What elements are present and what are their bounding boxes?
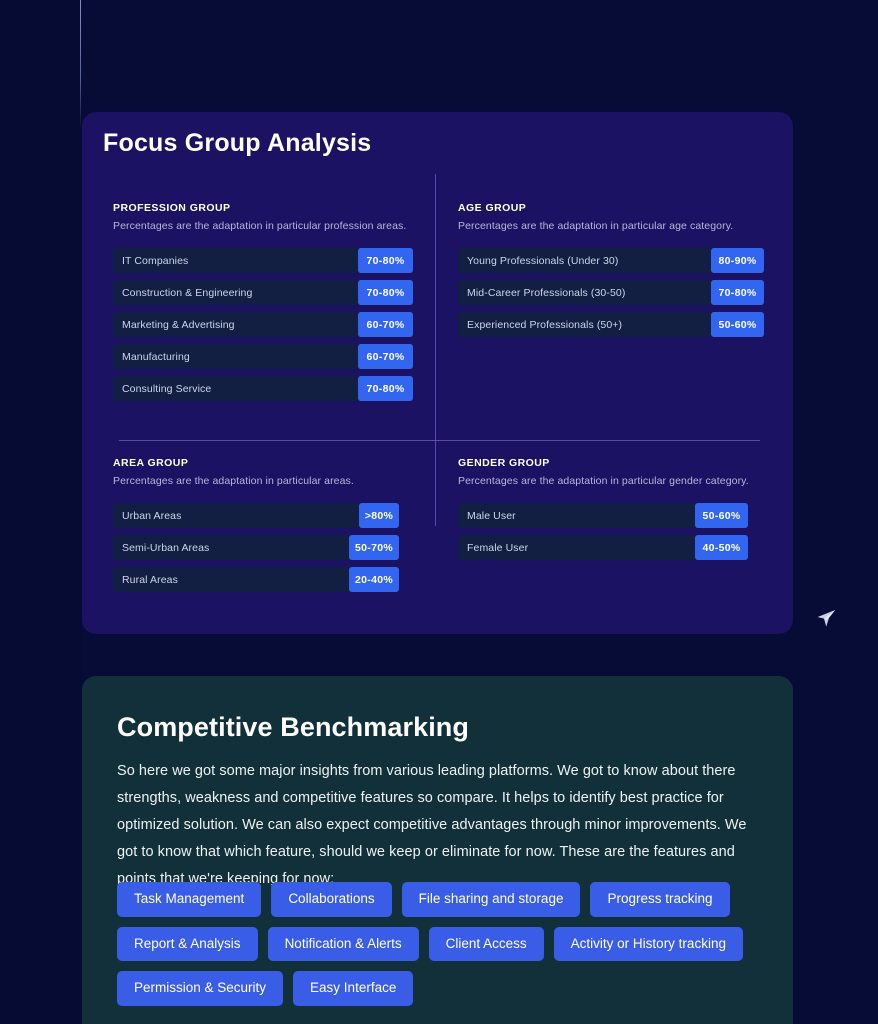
row-value-badge: 70-80% xyxy=(711,280,764,305)
group-row-list: Urban Areas >80% Semi-Urban Areas 50-70%… xyxy=(113,503,413,592)
table-row[interactable]: Rural Areas 20-40% xyxy=(113,567,399,592)
table-row[interactable]: Consulting Service 70-80% xyxy=(113,376,413,401)
group-subtitle: Percentages are the adaptation in partic… xyxy=(113,475,354,487)
feature-chip[interactable]: Client Access xyxy=(428,926,544,961)
table-row[interactable]: Construction & Engineering 70-80% xyxy=(113,280,413,305)
row-label: Female User xyxy=(467,541,529,554)
table-row[interactable]: Semi-Urban Areas 50-70% xyxy=(113,535,399,560)
row-value-badge: 60-70% xyxy=(358,312,413,337)
paper-plane-cursor-icon xyxy=(813,605,839,631)
row-value-badge: 50-60% xyxy=(711,312,764,337)
row-label: Consulting Service xyxy=(122,382,212,395)
table-row[interactable]: Experienced Professionals (50+) 50-60% xyxy=(458,312,764,337)
row-value-badge: 80-90% xyxy=(711,248,764,273)
feature-chip[interactable]: Report & Analysis xyxy=(117,926,258,961)
row-label: Urban Areas xyxy=(122,509,182,522)
feature-chip[interactable]: File sharing and storage xyxy=(401,882,581,917)
feature-chip[interactable]: Progress tracking xyxy=(590,882,730,917)
row-value-badge: 50-60% xyxy=(695,503,748,528)
table-row[interactable]: Young Professionals (Under 30) 80-90% xyxy=(458,248,764,273)
row-value-badge: 40-50% xyxy=(695,535,748,560)
row-value-badge: 50-70% xyxy=(349,535,399,560)
group-subtitle: Percentages are the adaptation in partic… xyxy=(458,220,734,232)
group-row-list: IT Companies 70-80% Construction & Engin… xyxy=(113,248,413,401)
row-value-badge: 70-80% xyxy=(358,280,413,305)
feature-chip[interactable]: Collaborations xyxy=(271,882,392,917)
benchmarking-title: Competitive Benchmarking xyxy=(117,712,469,742)
row-label: Mid-Career Professionals (30-50) xyxy=(467,286,626,299)
row-label: Rural Areas xyxy=(122,573,178,586)
table-row[interactable]: Female User 40-50% xyxy=(458,535,748,560)
focus-group-title: Focus Group Analysis xyxy=(103,129,372,157)
table-row[interactable]: Urban Areas >80% xyxy=(113,503,399,528)
benchmarking-paragraph: So here we got some major insights from … xyxy=(117,763,747,887)
group-row-list: Male User 50-60% Female User 40-50% xyxy=(458,503,764,560)
feature-chip[interactable]: Easy Interface xyxy=(293,971,414,1006)
row-label: Young Professionals (Under 30) xyxy=(467,254,619,267)
table-row[interactable]: Male User 50-60% xyxy=(458,503,748,528)
background-vertical-rule xyxy=(80,0,81,130)
feature-chip[interactable]: Permission & Security xyxy=(117,971,284,1006)
competitive-benchmarking-card: Competitive Benchmarking So here we got … xyxy=(82,676,793,1024)
row-label: Male User xyxy=(467,509,516,522)
row-value-badge: 70-80% xyxy=(358,376,413,401)
group-subtitle: Percentages are the adaptation in partic… xyxy=(458,475,749,487)
row-label: Construction & Engineering xyxy=(122,286,253,299)
feature-chip[interactable]: Activity or History tracking xyxy=(553,926,743,961)
table-row[interactable]: Manufacturing 60-70% xyxy=(113,344,413,369)
row-value-badge: 70-80% xyxy=(358,248,413,273)
row-value-badge: 60-70% xyxy=(358,344,413,369)
row-label: Experienced Professionals (50+) xyxy=(467,318,623,331)
group-section-gender: GENDER GROUP Percentages are the adaptat… xyxy=(458,457,764,560)
table-row[interactable]: IT Companies 70-80% xyxy=(113,248,413,273)
group-title: GENDER GROUP xyxy=(458,457,550,469)
row-label: IT Companies xyxy=(122,254,189,267)
group-row-list: Young Professionals (Under 30) 80-90% Mi… xyxy=(458,248,764,337)
table-row[interactable]: Marketing & Advertising 60-70% xyxy=(113,312,413,337)
feature-chip[interactable]: Notification & Alerts xyxy=(267,926,419,961)
feature-chip[interactable]: Task Management xyxy=(117,882,262,917)
group-section-area: AREA GROUP Percentages are the adaptatio… xyxy=(113,457,413,592)
background-left-panel xyxy=(0,0,80,1024)
table-row[interactable]: Mid-Career Professionals (30-50) 70-80% xyxy=(458,280,764,305)
group-section-profession: PROFESSION GROUP Percentages are the ada… xyxy=(113,202,413,401)
group-title: PROFESSION GROUP xyxy=(113,202,231,214)
row-label: Semi-Urban Areas xyxy=(122,541,210,554)
group-section-age: AGE GROUP Percentages are the adaptation… xyxy=(458,202,764,337)
feature-chip-list: Task Management Collaborations File shar… xyxy=(117,882,765,1006)
group-title: AGE GROUP xyxy=(458,202,527,214)
quadrant-vertical-divider xyxy=(435,174,436,526)
row-label: Marketing & Advertising xyxy=(122,318,235,331)
row-value-badge: 20-40% xyxy=(349,567,399,592)
group-subtitle: Percentages are the adaptation in partic… xyxy=(113,220,407,232)
quadrant-horizontal-divider xyxy=(119,440,760,441)
focus-group-analysis-card: Focus Group Analysis PROFESSION GROUP Pe… xyxy=(82,112,793,634)
group-title: AREA GROUP xyxy=(113,457,189,469)
row-label: Manufacturing xyxy=(122,350,190,363)
row-value-badge: >80% xyxy=(359,503,399,528)
